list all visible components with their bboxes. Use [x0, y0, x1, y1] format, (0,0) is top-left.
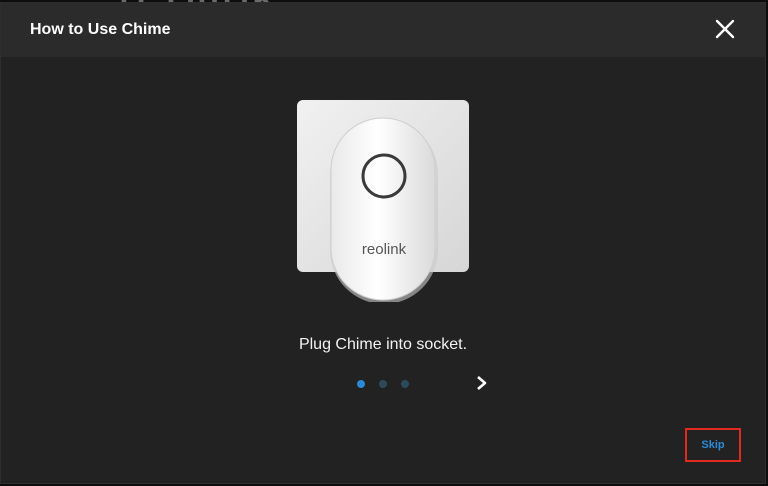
- step-dot-1[interactable]: [357, 380, 365, 388]
- step-dot-3[interactable]: [401, 380, 409, 388]
- chime-brand-text: reolink: [362, 241, 407, 258]
- step-dot-2[interactable]: [379, 380, 387, 388]
- chime-device: [330, 117, 436, 301]
- chime-illustration: reolink: [297, 100, 469, 304]
- next-step-button[interactable]: [475, 375, 489, 391]
- close-button[interactable]: [713, 17, 737, 41]
- skip-button[interactable]: Skip: [685, 428, 741, 462]
- chevron-right-icon: [477, 376, 487, 390]
- dialog-header: How to Use Chime: [1, 3, 765, 57]
- step-caption: Plug Chime into socket.: [298, 336, 468, 353]
- dialog-title: How to Use Chime: [30, 21, 171, 38]
- how-to-use-dialog: How to Use Chime reolink Plug Chime into…: [0, 2, 766, 484]
- close-icon: [715, 19, 735, 39]
